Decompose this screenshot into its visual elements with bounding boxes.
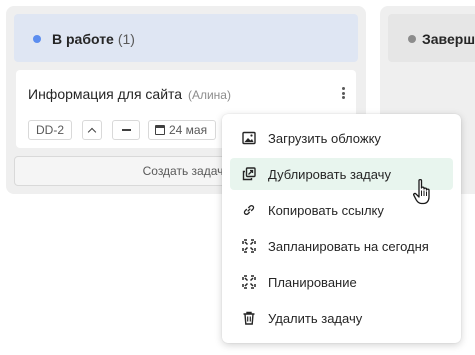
duplicate-icon — [242, 167, 256, 181]
card-title: Информация для сайта (Алина) — [28, 86, 231, 102]
hand-pointer-icon — [413, 178, 430, 205]
more-options-icon[interactable] — [336, 84, 350, 102]
trash-icon — [242, 311, 256, 325]
column-count: (1) — [117, 31, 135, 47]
menu-item-label: Копировать ссылку — [268, 202, 384, 218]
menu-item-label: Дублировать задачу — [268, 166, 391, 182]
card-assignee: (Алина) — [187, 88, 231, 102]
menu-item-label: Планирование — [268, 274, 357, 290]
planning-icon — [242, 275, 256, 289]
image-icon — [242, 131, 256, 145]
context-menu: Загрузить обложку Дублировать задачу Коп… — [222, 114, 461, 343]
due-date-badge[interactable]: 24 мая — [148, 120, 216, 140]
column-header: В работе (1) — [14, 14, 358, 62]
menu-item-planning[interactable]: Планирование — [230, 266, 453, 298]
column-header: Заверше — [388, 14, 475, 62]
task-id-badge[interactable]: DD-2 — [28, 120, 72, 140]
menu-item-label: Удалить задачу — [268, 310, 363, 326]
column-title-text: В работе — [52, 31, 114, 47]
chevron-up-icon — [87, 127, 97, 136]
dash-icon — [121, 129, 131, 131]
menu-item-label: Запланировать на сегодня — [268, 238, 429, 254]
calendar-icon — [155, 125, 165, 135]
column-title: Заверше — [422, 31, 475, 47]
menu-item-upload-cover[interactable]: Загрузить обложку — [230, 122, 453, 154]
card-title-text: Информация для сайта — [28, 86, 183, 102]
priority-up-button[interactable] — [82, 120, 102, 140]
menu-item-delete-task[interactable]: Удалить задачу — [230, 302, 453, 334]
schedule-icon — [242, 239, 256, 253]
status-dot — [408, 35, 416, 43]
status-dot — [33, 35, 41, 43]
menu-item-label: Загрузить обложку — [268, 130, 381, 146]
column-title: В работе (1) — [52, 31, 135, 47]
priority-level-button[interactable] — [112, 120, 140, 140]
link-icon — [242, 203, 256, 217]
menu-item-schedule-today[interactable]: Запланировать на сегодня — [230, 230, 453, 262]
due-date-text: 24 мая — [169, 123, 208, 137]
